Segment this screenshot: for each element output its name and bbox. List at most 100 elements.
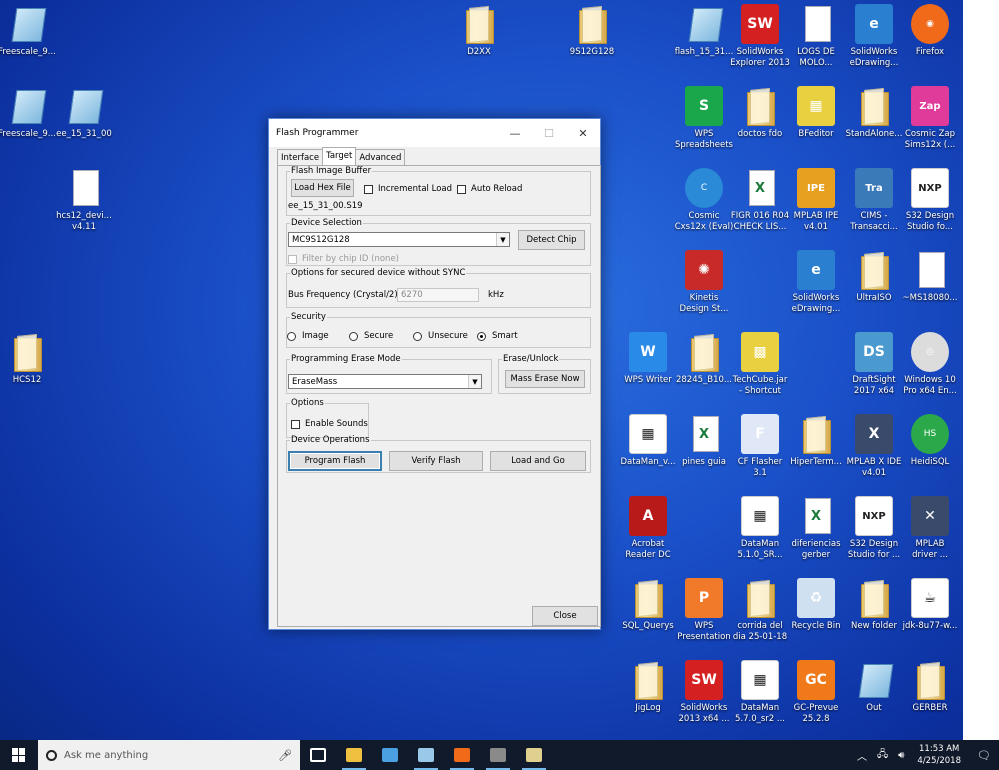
paint-icon: [526, 748, 542, 762]
taskbar-flash-programmer-button[interactable]: [480, 740, 516, 770]
pad-icon: [8, 4, 46, 44]
incremental-load-checkbox[interactable]: Incremental Load: [364, 184, 452, 194]
desktop-icon[interactable]: P WPS Presentation: [673, 578, 735, 643]
detect-chip-button[interactable]: Detect Chip: [518, 230, 585, 250]
desktop-icon[interactable]: Freescale_9...: [0, 4, 58, 58]
desktop-icon[interactable]: New folder: [843, 578, 905, 632]
desktop-icon[interactable]: X MPLAB X IDE v4.01: [843, 414, 905, 479]
taskbar-firefox-button[interactable]: [444, 740, 480, 770]
desktop-icon[interactable]: ▩ TechCube.jar - Shortcut: [729, 332, 791, 397]
load-and-go-button[interactable]: Load and Go: [490, 451, 586, 471]
desktop-icon[interactable]: doctos fdo: [729, 86, 791, 140]
box-icon: ✺: [685, 250, 723, 290]
close-window-button[interactable]: ✕: [566, 119, 600, 147]
load-hex-file-button[interactable]: Load Hex File: [291, 179, 354, 197]
erase-mode-select[interactable]: EraseMass ▼: [288, 374, 482, 389]
desktop-icon[interactable]: SW SolidWorks Explorer 2013: [729, 4, 791, 69]
notification-icon[interactable]: 🗨︎: [969, 749, 999, 762]
desktop-icon[interactable]: W WPS Writer: [617, 332, 679, 386]
security-unsecure-radio[interactable]: Unsecure: [413, 331, 468, 341]
desktop-icon[interactable]: Freescale_9...: [0, 86, 58, 140]
desktop-icon[interactable]: HCS12: [0, 332, 58, 386]
search-box[interactable]: Ask me anything 🎤︎: [38, 740, 300, 770]
desktop-icon[interactable]: ◎ Windows 10 Pro x64 En...: [899, 332, 961, 397]
security-smart-label: Smart: [492, 331, 518, 341]
windows-logo-icon: [12, 748, 26, 762]
taskbar-file-explorer-button[interactable]: [336, 740, 372, 770]
desktop-icon[interactable]: SQL_Querys: [617, 578, 679, 632]
filter-by-chip-id-checkbox[interactable]: Filter by chip ID (none): [288, 254, 399, 264]
desktop-icon[interactable]: DS DraftSight 2017 x64: [843, 332, 905, 397]
desktop-icon[interactable]: NXP S32 Design Studio for ...: [843, 496, 905, 561]
box-icon: IPE: [797, 168, 835, 208]
desktop-icon[interactable]: GERBER: [899, 660, 961, 714]
desktop-icon[interactable]: F CF Flasher 3.1: [729, 414, 791, 479]
desktop-icon[interactable]: ~MS18080...: [899, 250, 961, 304]
enable-sounds-checkbox[interactable]: Enable Sounds: [291, 419, 368, 429]
desktop-icon[interactable]: Xpines guia: [673, 414, 735, 468]
chevron-up-icon[interactable]: ︿: [852, 748, 872, 763]
desktop-icon[interactable]: LOGS DE MOLO...: [785, 4, 847, 69]
desktop-icon[interactable]: HiperTerm...: [785, 414, 847, 468]
desktop-icon[interactable]: SW SolidWorks 2013 x64 ...: [673, 660, 735, 725]
clock[interactable]: 11:53 AM 4/25/2018: [909, 743, 969, 767]
desktop-icon[interactable]: UltraISO: [843, 250, 905, 304]
desktop-icon[interactable]: ▦ DataMan_v...: [617, 414, 679, 468]
desktop-icon[interactable]: D2XX: [448, 4, 510, 58]
microphone-icon[interactable]: 🎤︎: [278, 749, 292, 762]
volume-icon[interactable]: 🔊︎: [893, 750, 909, 761]
security-smart-radio[interactable]: Smart: [477, 331, 518, 341]
desktop-icon[interactable]: IPE MPLAB IPE v4.01: [785, 168, 847, 233]
desktop-icon[interactable]: C Cosmic Cxs12x (Eval): [673, 168, 735, 233]
mass-erase-now-button[interactable]: Mass Erase Now: [505, 370, 585, 388]
desktop-icon[interactable]: hcs12_devi... v4.11: [53, 168, 115, 233]
desktop-icon[interactable]: ▦ DataMan 5.1.0_SR...: [729, 496, 791, 561]
desktop-icon[interactable]: ✕ MPLAB driver ...: [899, 496, 961, 561]
window-titlebar[interactable]: Flash Programmer — ☐ ✕: [269, 119, 600, 147]
desktop-icon[interactable]: JigLog: [617, 660, 679, 714]
desktop-icon[interactable]: ◉ Firefox: [899, 4, 961, 58]
desktop-icon[interactable]: Zap Cosmic Zap Sims12x (...: [899, 86, 961, 151]
desktop-icon[interactable]: ♻ Recycle Bin: [785, 578, 847, 632]
taskbar-task-view-button[interactable]: [300, 740, 336, 770]
desktop-icon[interactable]: ee_15_31_00: [53, 86, 115, 140]
taskbar-paint-button[interactable]: [516, 740, 552, 770]
desktop-icon[interactable]: ▦ DataMan 5.7.0_sr2 ...: [729, 660, 791, 725]
taskbar-notepad-button[interactable]: [408, 740, 444, 770]
network-icon[interactable]: 🖧︎: [872, 747, 893, 764]
desktop-icon[interactable]: Out: [843, 660, 905, 714]
desktop-icon[interactable]: Xdiferiencias gerber: [785, 496, 847, 561]
taskbar-control-panel-button[interactable]: [372, 740, 408, 770]
verify-flash-button[interactable]: Verify Flash: [389, 451, 483, 471]
tab-target[interactable]: Target: [322, 147, 357, 166]
desktop-icon[interactable]: StandAlone...: [843, 86, 905, 140]
desktop-icon[interactable]: ▦ BFeditor: [785, 86, 847, 140]
desktop-icon[interactable]: flash_15_31...: [673, 4, 735, 58]
desktop-icon[interactable]: GC GC-Prevue 25.2.8: [785, 660, 847, 725]
bus-frequency-input[interactable]: 6270: [397, 288, 479, 302]
desktop-icon[interactable]: e SolidWorks eDrawing...: [843, 4, 905, 69]
desktop-icon[interactable]: X FIGR 016 R04 CHECK LIS...: [729, 168, 791, 233]
desktop-icon[interactable]: 28245_B10...: [673, 332, 735, 386]
desktop-icon[interactable]: A Acrobat Reader DC: [617, 496, 679, 561]
security-secure-radio[interactable]: Secure: [349, 331, 393, 341]
start-button[interactable]: [0, 740, 38, 770]
device-select[interactable]: MC9S12G128 ▼: [288, 232, 510, 247]
close-button[interactable]: Close: [532, 606, 598, 626]
maximize-button[interactable]: ☐: [532, 119, 566, 147]
desktop-icon[interactable]: corrida del dia 25-01-18: [729, 578, 791, 643]
desktop-icon[interactable]: NXP S32 Design Studio fo...: [899, 168, 961, 233]
auto-reload-checkbox[interactable]: Auto Reload: [457, 184, 522, 194]
desktop-icon[interactable]: 9S12G128: [561, 4, 623, 58]
desktop-icon-label: DataMan_v...: [620, 457, 676, 467]
minimize-button[interactable]: —: [498, 119, 532, 147]
auto-reload-label: Auto Reload: [471, 184, 523, 194]
desktop-icon[interactable]: HS HeidiSQL: [899, 414, 961, 468]
program-flash-button[interactable]: Program Flash: [288, 451, 382, 471]
desktop-icon[interactable]: Tra CIMS - Transacci...: [843, 168, 905, 233]
desktop-icon[interactable]: e SolidWorks eDrawing...: [785, 250, 847, 315]
desktop-icon[interactable]: S WPS Spreadsheets: [673, 86, 735, 151]
desktop-icon[interactable]: ✺ Kinetis Design St...: [673, 250, 735, 315]
desktop-icon[interactable]: ☕ jdk-8u77-w...: [899, 578, 961, 632]
security-image-radio[interactable]: Image: [287, 331, 329, 341]
